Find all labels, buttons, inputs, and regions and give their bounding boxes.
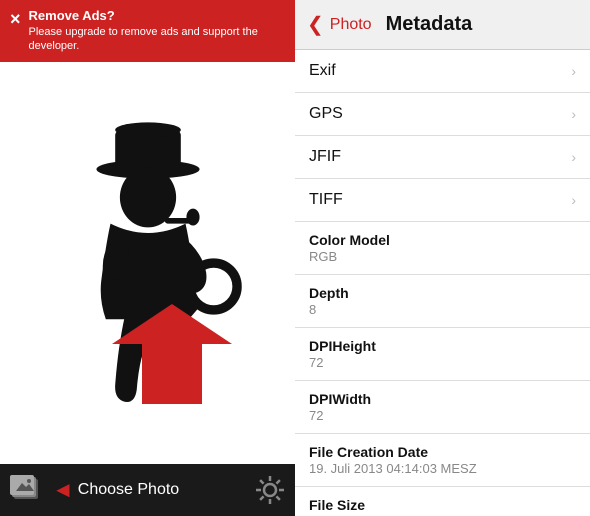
meta-dpi-width-key: DPIWidth xyxy=(309,391,371,407)
meta-file-creation-date: File Creation Date 19. Juli 2013 04:14:0… xyxy=(295,434,590,487)
choose-photo-label: Choose Photo xyxy=(78,481,179,499)
meta-color-model-value: RGB xyxy=(309,249,390,264)
meta-dpi-height: DPIHeight 72 xyxy=(295,328,590,381)
remove-ads-banner: × Remove Ads? Please upgrade to remove a… xyxy=(0,0,295,62)
ads-text: Remove Ads? Please upgrade to remove ads… xyxy=(29,8,285,54)
meta-dpi-width: DPIWidth 72 xyxy=(295,381,590,434)
choose-photo-button[interactable]: ◄ Choose Photo xyxy=(52,477,247,503)
arrow-icon: ◄ xyxy=(52,477,74,503)
ads-subtitle: Please upgrade to remove ads and support… xyxy=(29,25,285,54)
section-tiff[interactable]: TIFF › xyxy=(295,179,590,222)
meta-color-model-key: Color Model xyxy=(309,232,390,248)
jfif-chevron-icon: › xyxy=(571,149,576,165)
meta-file-creation-date-value: 19. Juli 2013 04:14:03 MESZ xyxy=(309,461,477,476)
image-area xyxy=(0,62,295,464)
section-jfif[interactable]: JFIF › xyxy=(295,136,590,179)
meta-dpi-height-key: DPIHeight xyxy=(309,338,376,354)
page-title: Metadata xyxy=(386,13,473,36)
meta-file-size-key: File Size xyxy=(309,497,377,513)
section-exif[interactable]: Exif › xyxy=(295,50,590,93)
section-gps[interactable]: GPS › xyxy=(295,93,590,136)
meta-depth-value: 8 xyxy=(309,302,349,317)
right-panel: ❮ Photo Metadata Exif › GPS › JFIF › TIF… xyxy=(295,0,590,516)
tiff-chevron-icon: › xyxy=(571,192,576,208)
close-ads-button[interactable]: × xyxy=(10,9,21,30)
section-exif-label: Exif xyxy=(309,62,336,80)
right-header: ❮ Photo Metadata xyxy=(295,0,590,50)
meta-depth-key: Depth xyxy=(309,285,349,301)
section-jfif-label: JFIF xyxy=(309,148,341,166)
section-tiff-label: TIFF xyxy=(309,191,343,209)
exif-chevron-icon: › xyxy=(571,63,576,79)
meta-depth: Depth 8 xyxy=(295,275,590,328)
back-button[interactable]: Photo xyxy=(330,16,372,34)
left-panel: × Remove Ads? Please upgrade to remove a… xyxy=(0,0,295,516)
ads-title: Remove Ads? xyxy=(29,8,285,23)
meta-dpi-width-value: 72 xyxy=(309,408,371,423)
meta-dpi-height-value: 72 xyxy=(309,355,376,370)
bottom-toolbar: ◄ Choose Photo xyxy=(0,464,295,516)
red-arrow-overlay xyxy=(112,304,232,404)
section-gps-label: GPS xyxy=(309,105,343,123)
gps-chevron-icon: › xyxy=(571,106,576,122)
metadata-list: Exif › GPS › JFIF › TIFF › Color Model R… xyxy=(295,50,590,516)
meta-file-size: File Size 887.273 KB xyxy=(295,487,590,516)
back-chevron-icon[interactable]: ❮ xyxy=(307,12,324,37)
settings-gear-button[interactable] xyxy=(253,473,287,507)
meta-file-creation-date-key: File Creation Date xyxy=(309,444,477,460)
meta-color-model: Color Model RGB xyxy=(295,222,590,275)
photo-stack-icon xyxy=(8,469,46,512)
